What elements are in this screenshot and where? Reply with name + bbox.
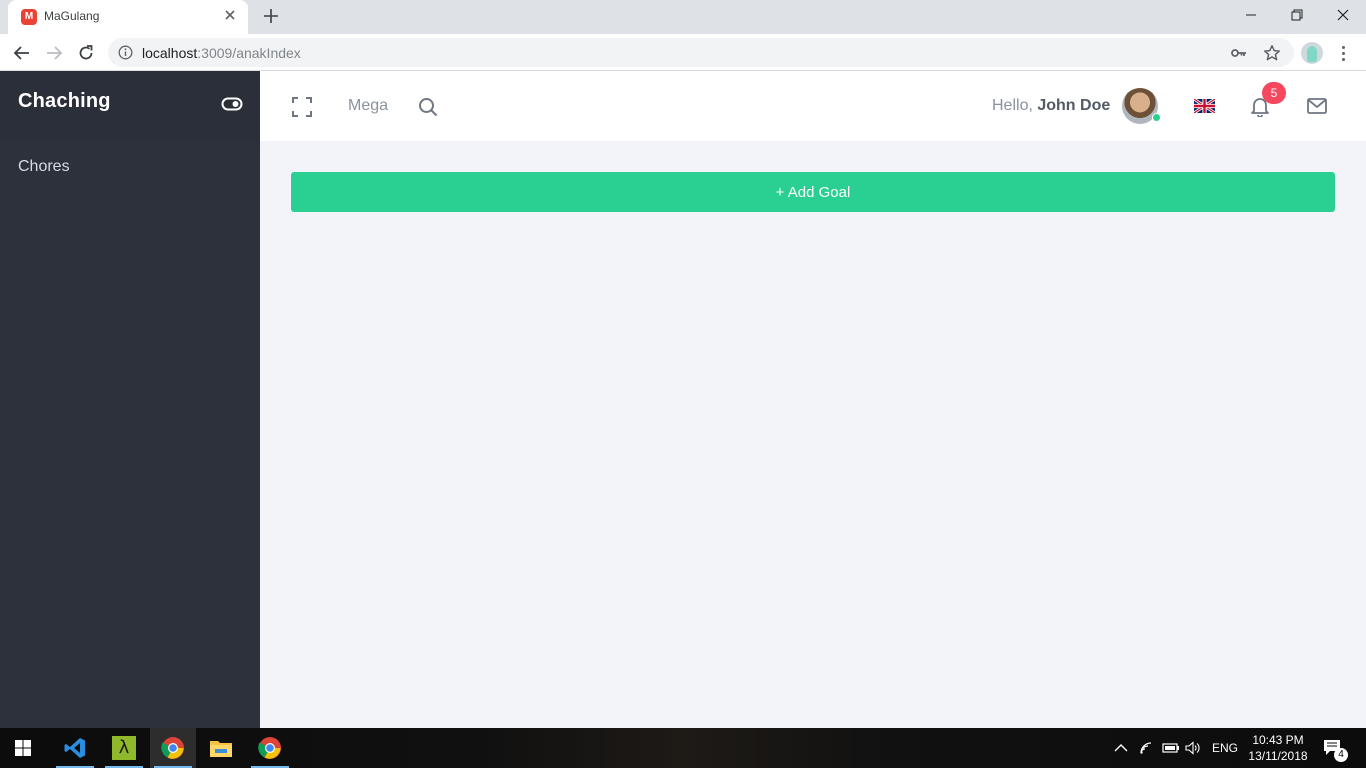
back-button[interactable] — [9, 40, 35, 66]
clock-time: 10:43 PM — [1252, 733, 1304, 747]
clock-date: 13/11/2018 — [1248, 749, 1308, 763]
battery-icon[interactable] — [1162, 728, 1182, 768]
browser-tab[interactable]: M MaGulang — [8, 0, 248, 34]
windows-taskbar: λ ENG 10:43 PM 13/11/2018 4 — [0, 728, 1366, 768]
close-window-button[interactable] — [1320, 0, 1366, 30]
uk-flag-icon[interactable] — [1193, 97, 1216, 115]
url-text: localhost:3009/anakIndex — [142, 45, 301, 61]
reload-button[interactable] — [73, 40, 99, 66]
chrome-second-icon[interactable] — [247, 728, 293, 768]
user-greeting: Hello, John Doe — [992, 97, 1110, 115]
tray-expand-icon[interactable] — [1114, 728, 1132, 768]
volume-icon[interactable] — [1185, 728, 1203, 768]
language-indicator[interactable]: ENG — [1212, 728, 1238, 768]
action-center-badge: 4 — [1334, 748, 1348, 762]
forward-button[interactable] — [41, 40, 67, 66]
sidebar-toggle-icon[interactable] — [221, 96, 243, 112]
app-topbar: Mega Hello, John Doe 5 — [260, 71, 1366, 141]
system-clock[interactable]: 10:43 PM 13/11/2018 — [1246, 732, 1310, 764]
url-path: :3009/anakIndex — [197, 45, 301, 61]
fullscreen-icon[interactable] — [291, 96, 313, 118]
online-status-indicator — [1152, 113, 1161, 122]
tab-close-icon[interactable] — [222, 7, 238, 23]
lambda-glyph: λ — [112, 736, 136, 760]
greeting-text: Hello, — [992, 97, 1033, 114]
windows-start-icon[interactable] — [0, 728, 46, 768]
main-content: + Add Goal — [260, 141, 1366, 728]
address-bar[interactable]: localhost:3009/anakIndex — [108, 38, 1294, 67]
file-explorer-icon[interactable] — [198, 728, 244, 768]
new-tab-button[interactable] — [260, 5, 282, 27]
user-name[interactable]: John Doe — [1037, 97, 1110, 114]
key-icon[interactable] — [1230, 44, 1248, 62]
mega-menu-link[interactable]: Mega — [348, 97, 388, 115]
browser-menu-icon[interactable] — [1333, 42, 1353, 64]
notification-badge: 5 — [1262, 82, 1286, 104]
browser-tabstrip: M MaGulang — [0, 0, 1366, 34]
bookmark-star-icon[interactable] — [1263, 44, 1281, 62]
wifi-icon[interactable] — [1139, 728, 1157, 768]
sidebar: Chaching Chores — [0, 71, 260, 728]
browser-profile-avatar[interactable] — [1301, 42, 1323, 64]
chrome-icon[interactable] — [150, 728, 196, 768]
site-favicon-icon: M — [21, 9, 37, 25]
browser-toolbar: localhost:3009/anakIndex — [0, 34, 1366, 71]
minimize-button[interactable] — [1228, 0, 1274, 30]
info-icon[interactable] — [118, 45, 133, 60]
sidebar-header: Chaching — [0, 71, 260, 141]
url-host: localhost — [142, 45, 198, 61]
brand-logo[interactable]: Chaching — [18, 90, 111, 113]
sidebar-item-chores[interactable]: Chores — [18, 158, 70, 176]
tab-title: MaGulang — [44, 9, 100, 23]
lambda-app-icon[interactable]: λ — [101, 728, 147, 768]
search-icon[interactable] — [417, 96, 439, 118]
add-goal-button[interactable]: + Add Goal — [291, 172, 1335, 212]
action-center-icon[interactable]: 4 — [1323, 728, 1351, 768]
mail-icon[interactable] — [1306, 96, 1328, 116]
restore-button[interactable] — [1274, 0, 1320, 30]
vscode-icon[interactable] — [52, 728, 98, 768]
